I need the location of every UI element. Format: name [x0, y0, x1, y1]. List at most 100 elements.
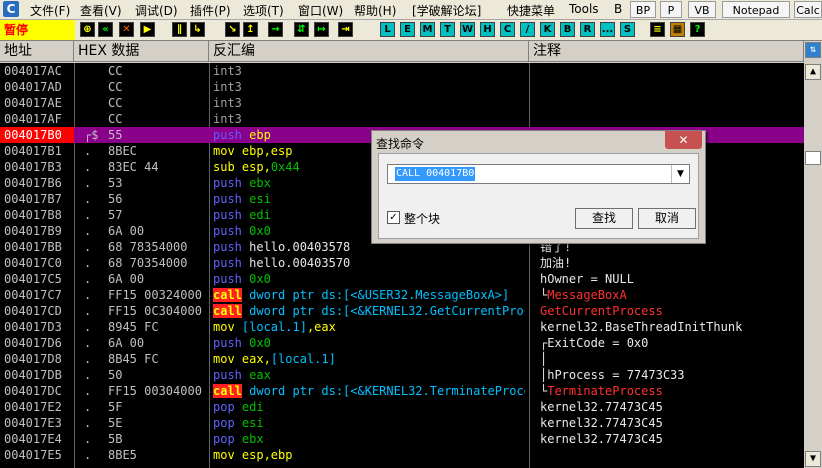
close-program-icon[interactable]: ✕: [119, 22, 134, 37]
row-address: 004017AF: [4, 112, 62, 126]
vertical-scrollbar[interactable]: ⇅ ▲ ▼: [804, 41, 822, 468]
code-row[interactable]: 004017AF CC int3: [0, 111, 804, 127]
row-hex: CC: [108, 96, 123, 110]
animate-icon[interactable]: ⇥: [338, 22, 353, 37]
menu-window[interactable]: 窗口(W): [298, 2, 343, 19]
header-comment[interactable]: 注释: [529, 41, 804, 62]
asm-token: call: [213, 304, 242, 318]
refresh-icon[interactable]: ⇅: [805, 42, 821, 58]
goto-icon[interactable]: ↦: [314, 22, 329, 37]
bp-button[interactable]: BP: [630, 1, 656, 18]
row-hex: CC: [108, 64, 123, 78]
trace-into-icon[interactable]: ↥: [243, 22, 258, 37]
execute-till-return-icon[interactable]: ⇵: [294, 22, 309, 37]
row-hex: 83EC 44: [108, 160, 159, 174]
code-row[interactable]: 004017E3. 5E pop esi kernel32.77473C45: [0, 415, 804, 431]
call-stack-window-button[interactable]: K: [540, 22, 555, 37]
menu-view[interactable]: 查看(V): [80, 2, 122, 19]
threads-window-button[interactable]: T: [440, 22, 455, 37]
code-row[interactable]: 004017D6. 6A 00 push 0x0 ┌ExitCode = 0x0: [0, 335, 804, 351]
header-disasm[interactable]: 反汇编: [209, 41, 529, 62]
code-row[interactable]: 004017E4. 5B pop ebx kernel32.77473C45: [0, 431, 804, 447]
menu-file[interactable]: 文件(F): [30, 2, 70, 19]
restart-icon[interactable]: «: [98, 22, 113, 37]
run-icon[interactable]: ▶: [140, 22, 155, 37]
row-address: 004017E4: [4, 432, 62, 446]
calc-button[interactable]: Calc: [794, 1, 822, 18]
breakpoints-window-button[interactable]: B: [560, 22, 575, 37]
code-row[interactable]: 004017E2. 5F pop edi kernel32.77473C45: [0, 399, 804, 415]
row-hex: 8945 FC: [108, 320, 159, 334]
menu-forum[interactable]: [学破解论坛]: [412, 2, 481, 19]
scroll-down-icon[interactable]: ▼: [805, 451, 821, 467]
asm-token: int3: [213, 80, 242, 94]
row-disassembly: mov esp,ebp: [213, 447, 525, 463]
source-window-button[interactable]: S: [620, 22, 635, 37]
disassembly-pane[interactable]: 004017AC CC int3 004017AD CC int3 004017AE CC in…: [0, 63, 804, 468]
handles-window-button[interactable]: H: [480, 22, 495, 37]
comment-token: kernel32.BaseThreadInitThunk: [540, 320, 743, 334]
command-input[interactable]: CALL 004017B0: [395, 167, 476, 181]
menu-shortcuts[interactable]: 快捷菜单: [507, 2, 555, 19]
menu-plugins[interactable]: 插件(P): [190, 2, 231, 19]
code-row[interactable]: 004017D3. 8945 FC mov [local.1],eax kernel3…: [0, 319, 804, 335]
row-address: 004017B3: [4, 160, 62, 174]
code-row[interactable]: 004017D8. 8B45 FC mov eax,[local.1] │: [0, 351, 804, 367]
row-hex: 50: [108, 368, 123, 382]
chevron-down-icon[interactable]: ▼: [671, 165, 689, 183]
header-address[interactable]: 地址: [0, 41, 74, 62]
row-hex: 8BEC: [108, 144, 137, 158]
menu-debug[interactable]: 调试(D): [135, 2, 178, 19]
code-row[interactable]: 004017DC. FF15 00304000 call dword ptr ds:…: [0, 383, 804, 399]
code-row[interactable]: 004017C0. 68 70354000 push hello.00403570 加…: [0, 255, 804, 271]
app-icon[interactable]: C: [3, 1, 19, 17]
code-row[interactable]: 004017AE CC int3: [0, 95, 804, 111]
log-window-button[interactable]: L: [380, 22, 395, 37]
list-icon[interactable]: ≡: [650, 22, 665, 37]
row-comment: ┌ExitCode = 0x0: [540, 335, 804, 351]
column-headers: 地址 HEX 数据 反汇编 注释: [0, 41, 822, 63]
asm-token: push: [213, 272, 250, 286]
help-icon[interactable]: ?: [690, 22, 705, 37]
code-row[interactable]: 004017DB. 50 push eax │hProcess = 77473C33: [0, 367, 804, 383]
header-hex[interactable]: HEX 数据: [74, 41, 209, 62]
vb-button[interactable]: VB: [688, 1, 716, 18]
code-row[interactable]: 004017AD CC int3: [0, 79, 804, 95]
code-row[interactable]: 004017E5. 8BE5 mov esp,ebp: [0, 447, 804, 463]
windows-window-button[interactable]: W: [460, 22, 475, 37]
modules-window-button[interactable]: E: [400, 22, 415, 37]
entire-block-checkbox[interactable]: ✓: [387, 211, 400, 224]
find-button[interactable]: 查找: [575, 208, 633, 229]
menu-help[interactable]: 帮助(H): [354, 2, 396, 19]
step-into-icon[interactable]: ↳: [190, 22, 205, 37]
row-comment: kernel32.77473C45: [540, 399, 804, 415]
code-row[interactable]: 004017AC CC int3: [0, 63, 804, 79]
pause-icon[interactable]: ∥: [172, 22, 187, 37]
memory-window-button[interactable]: M: [420, 22, 435, 37]
notepad-button[interactable]: Notepad: [722, 1, 790, 18]
references-window-button[interactable]: R: [580, 22, 595, 37]
patches-window-button[interactable]: /: [520, 22, 535, 37]
trace-over-icon[interactable]: →: [268, 22, 283, 37]
run-trace-window-button[interactable]: ...: [600, 22, 615, 37]
row-address: 004017D8: [4, 352, 62, 366]
menu-options[interactable]: 选项(T): [243, 2, 284, 19]
code-row[interactable]: 004017CD. FF15 0C304000 call dword ptr ds:…: [0, 303, 804, 319]
open-icon[interactable]: ⊕: [80, 22, 95, 37]
p-button[interactable]: P: [660, 1, 682, 18]
menu-b[interactable]: B: [614, 2, 622, 16]
scroll-thumb[interactable]: [805, 151, 821, 165]
row-address: 004017CD: [4, 304, 62, 318]
cpu-window-button[interactable]: C: [500, 22, 515, 37]
command-combobox[interactable]: CALL 004017B0 ▼: [387, 164, 690, 184]
menu-tools[interactable]: Tools: [569, 2, 599, 16]
grid-icon[interactable]: ▦: [670, 22, 685, 37]
row-address: 004017D6: [4, 336, 62, 350]
row-hex: FF15 0C304000: [108, 304, 202, 318]
cancel-button[interactable]: 取消: [638, 208, 696, 229]
code-row[interactable]: 004017C7. FF15 00324000 call dword ptr ds:…: [0, 287, 804, 303]
close-icon[interactable]: ✕: [665, 131, 702, 149]
scroll-up-icon[interactable]: ▲: [805, 64, 821, 80]
code-row[interactable]: 004017C5. 6A 00 push 0x0 hOwner = NULL: [0, 271, 804, 287]
step-over-icon[interactable]: ↘: [225, 22, 240, 37]
